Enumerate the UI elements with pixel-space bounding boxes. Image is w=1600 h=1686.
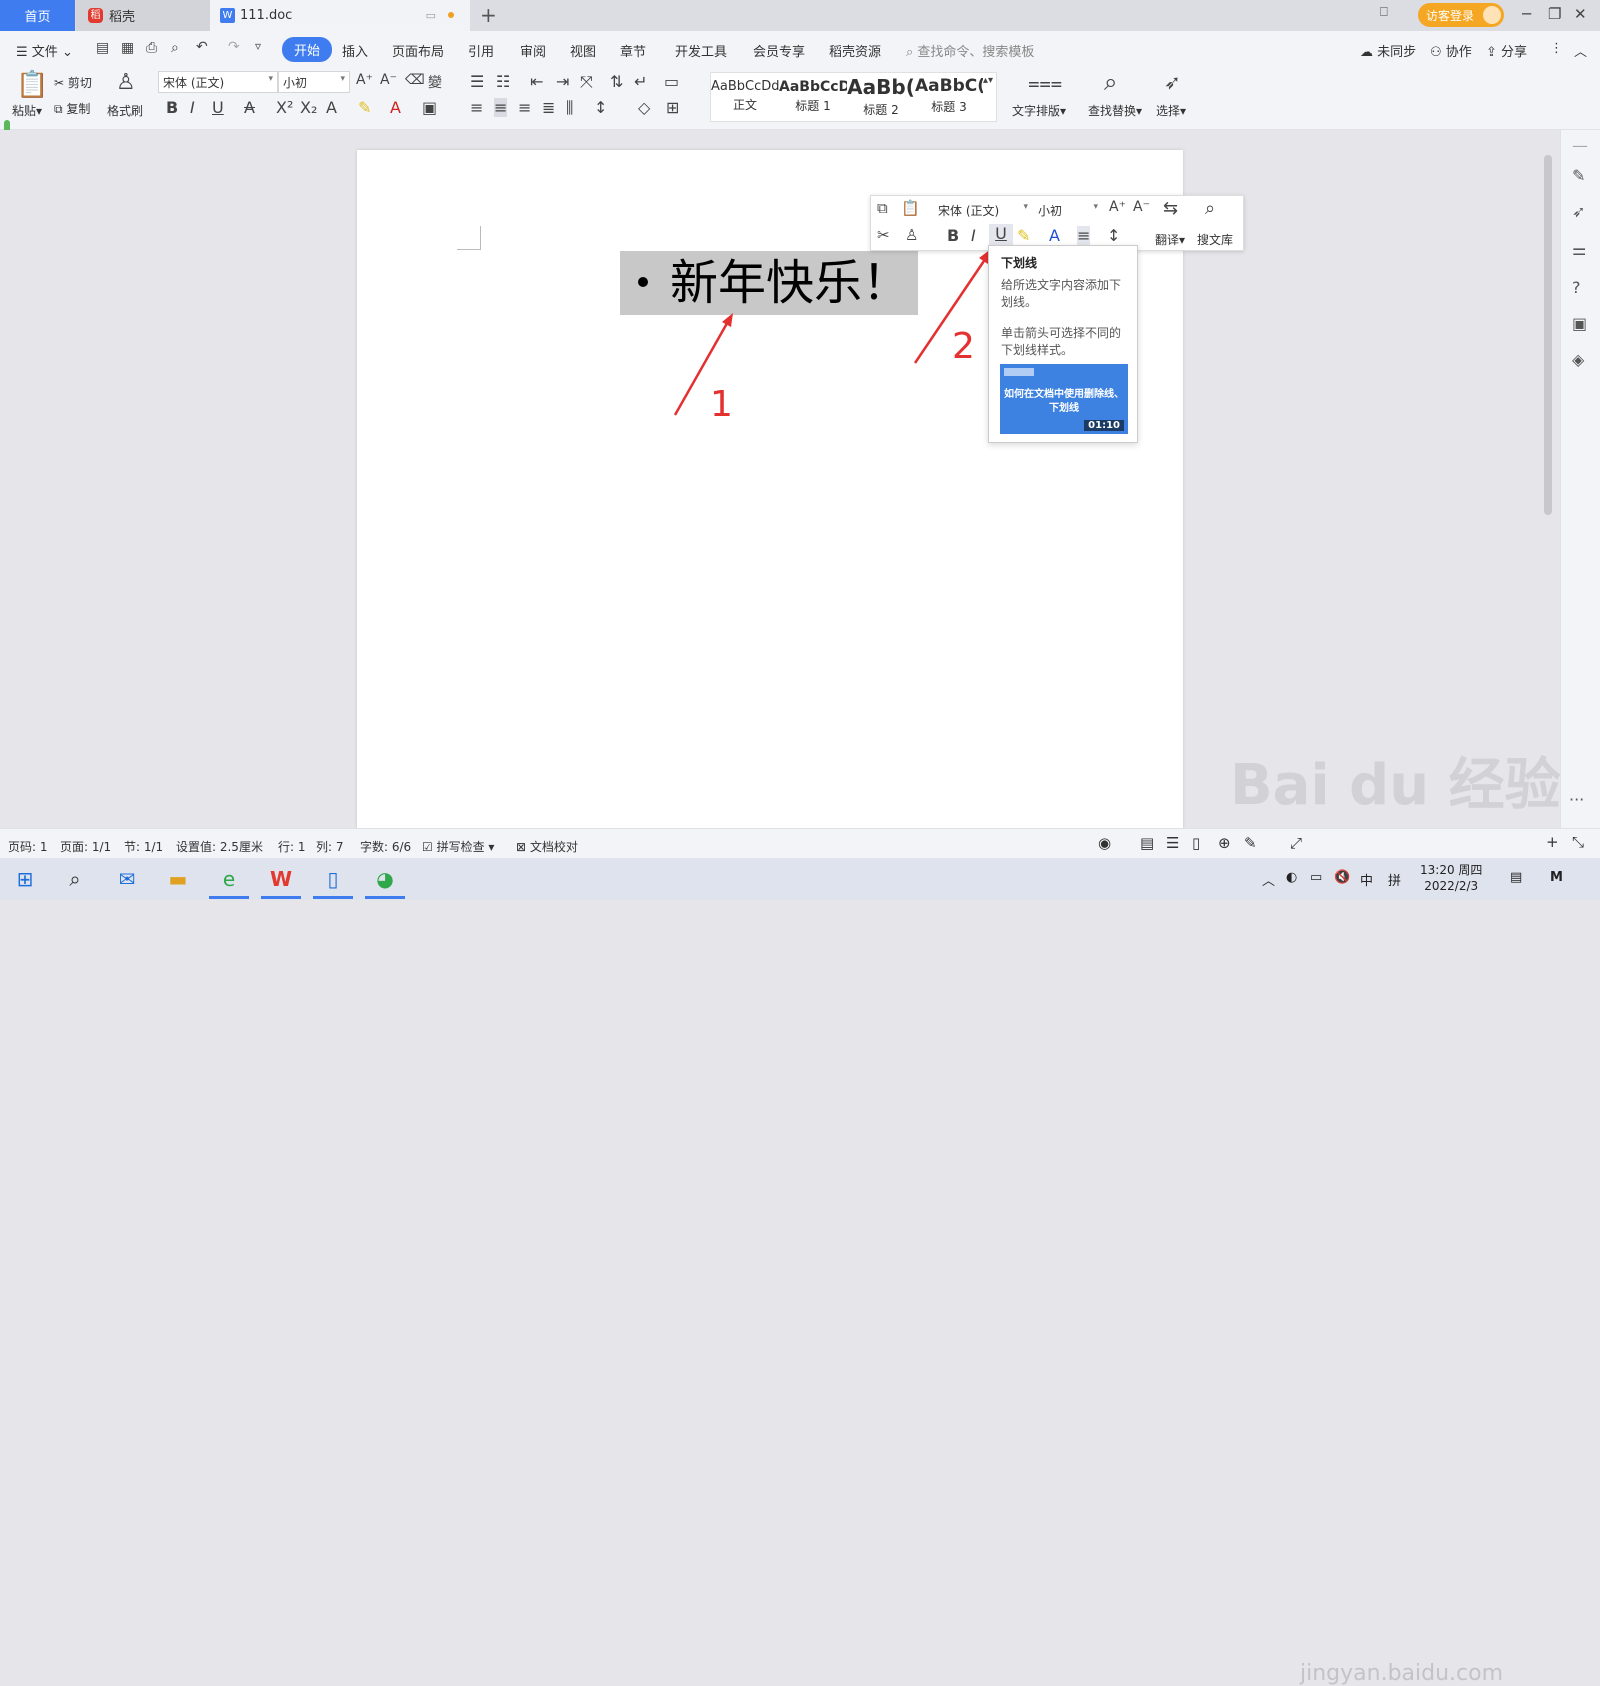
tablet-app-icon[interactable]: ▯ — [318, 864, 348, 894]
volume-muted-icon[interactable]: 🔇 — [1334, 870, 1350, 885]
browser-icon[interactable]: e — [214, 864, 244, 894]
windows-start-icon[interactable]: ⊞ — [10, 864, 40, 894]
vertical-scrollbar[interactable] — [1540, 135, 1554, 828]
app-tray-icon[interactable]: M — [1550, 870, 1563, 885]
mini-toolbar: ⧉ 📋 宋体 (正文) ▾ 小初 ▾ A⁺ A⁻ ✂ ♙ B I U ✎ A ≡ ↕… — [870, 195, 1244, 251]
system-clock[interactable]: 13:20 周四 2022/2/3 — [1420, 862, 1482, 894]
page-view-icon[interactable]: ▤ — [1140, 834, 1154, 852]
italic-icon[interactable]: I — [971, 226, 976, 245]
arrow-1-head — [722, 313, 733, 327]
mini-size-value: 小初 — [1038, 204, 1063, 218]
read-view-icon[interactable]: ▯ — [1192, 834, 1200, 852]
outline-view-icon[interactable]: ☰ — [1166, 834, 1179, 852]
align-icon[interactable]: ≡ — [1077, 226, 1091, 245]
active-app-indicator — [313, 896, 353, 899]
tutorial-video-thumbnail[interactable]: 如何在文档中使用删除线、下划线 01:10 — [1000, 364, 1128, 434]
status-section[interactable]: 节: 1/1 — [124, 838, 163, 855]
windows-taskbar: ⊞ ⌕ ✉ ▬ e W ▯ ◕ ︿ ◐ ▭ 🔇 中 拼 13:20 周四 2022… — [0, 858, 1600, 900]
status-page-code[interactable]: 页码: 1 — [8, 838, 48, 855]
active-app-indicator — [209, 896, 249, 899]
format-painter-icon[interactable]: ♙ — [905, 226, 918, 244]
translate-icon[interactable]: ⇆ — [1163, 198, 1178, 219]
mini-font-select[interactable]: 宋体 (正文) ▾ — [933, 199, 1033, 219]
scissors-icon[interactable]: ✂ — [877, 226, 890, 244]
status-bar: 页码: 1 页面: 1/1 节: 1/1 设置值: 2.5厘米 行: 1 列: … — [0, 828, 1600, 1686]
highlight-icon[interactable]: ✎ — [1017, 226, 1030, 245]
checkbox-icon: ☑ — [422, 840, 433, 854]
chevron-down-icon: ▾ — [1093, 202, 1098, 212]
ime-pinyin-indicator[interactable]: 拼 — [1388, 870, 1401, 889]
increase-font-icon[interactable]: A⁺ — [1109, 199, 1126, 215]
search-icon[interactable]: ⌕ — [60, 864, 90, 894]
tray-app-icon[interactable]: ◐ — [1286, 870, 1297, 885]
file-explorer-icon[interactable]: ▬ — [163, 864, 193, 894]
active-app-indicator — [261, 896, 301, 899]
paste-icon[interactable]: 📋 — [901, 199, 920, 217]
annotation-label-2: 2 — [952, 326, 975, 367]
status-pages[interactable]: 页面: 1/1 — [60, 838, 111, 855]
doc-proof-button[interactable]: ⊠ 文档校对 — [516, 838, 578, 855]
underline-icon[interactable]: U — [989, 224, 1013, 246]
clock-date: 2022/2/3 — [1424, 879, 1479, 893]
translate-button[interactable]: 翻译▾ — [1155, 231, 1185, 248]
tooltip-hint: 单击箭头可选择不同的下划线样式。 — [1001, 326, 1122, 357]
status-setting[interactable]: 设置值: 2.5厘米 — [176, 838, 263, 855]
watermark-url: jingyan.baidu.com — [1300, 1661, 1504, 1686]
doc-proof-label: 文档校对 — [529, 840, 578, 854]
mini-font-value: 宋体 (正文) — [938, 204, 1000, 218]
location-icon[interactable]: ◈ — [1572, 350, 1584, 369]
help-icon[interactable]: ? — [1572, 278, 1581, 297]
wechat-icon[interactable]: ◕ — [370, 864, 400, 894]
decrease-font-icon[interactable]: A⁻ — [1133, 199, 1150, 215]
video-logo — [1004, 368, 1034, 376]
proof-icon: ⊠ — [516, 840, 527, 854]
ime-chinese-indicator[interactable]: 中 — [1360, 870, 1373, 889]
annotation-label-1: 1 — [710, 384, 733, 425]
chevron-down-icon: ▾ — [1023, 202, 1028, 212]
more-icon[interactable]: ··· — [1569, 790, 1584, 809]
copy-icon[interactable]: ⧉ — [877, 199, 888, 217]
status-word-count[interactable]: 字数: 6/6 — [360, 838, 411, 855]
fit-icon[interactable]: ⤢ — [1290, 834, 1302, 852]
underline-tooltip: 下划线 给所选文字内容添加下划线。 单击箭头可选择不同的下划线样式。 如何在文档… — [988, 245, 1138, 443]
spell-check-button[interactable]: ☑ 拼写检查 ▾ — [422, 838, 494, 855]
wps-office-icon[interactable]: W — [266, 864, 296, 894]
right-side-panel: — ✎ ➶ ⚌ ? ▣ ◈ ··· — [1560, 130, 1600, 828]
eye-icon[interactable]: ◉ — [1098, 834, 1111, 852]
cursor-icon[interactable]: ➶ — [1572, 202, 1585, 221]
tray-expand-icon[interactable]: ︿ — [1262, 870, 1275, 889]
watermark-brand: Bai du 经验 — [1230, 753, 1561, 818]
zoom-in-icon[interactable]: + — [1546, 833, 1559, 851]
bold-icon[interactable]: B — [947, 226, 959, 245]
notification-icon[interactable]: ▤ — [1510, 870, 1522, 885]
search-library-button[interactable]: 搜文库 — [1197, 231, 1233, 248]
video-title: 如何在文档中使用删除线、下划线 — [1004, 389, 1124, 414]
spell-check-label: 拼写检查 — [436, 840, 485, 854]
translate-label: 翻译 — [1155, 233, 1180, 247]
clock-time: 13:20 周四 — [1420, 863, 1483, 877]
active-app-indicator — [365, 896, 405, 899]
fullscreen-icon[interactable]: ⤡ — [1572, 833, 1584, 851]
scrollbar-thumb[interactable] — [1544, 155, 1552, 515]
panel-divider-icon: — — [1572, 136, 1588, 155]
write-view-icon[interactable]: ✎ — [1244, 834, 1257, 852]
tooltip-title: 下划线 — [1001, 256, 1038, 270]
status-row[interactable]: 行: 1 — [278, 838, 306, 855]
mail-icon[interactable]: ✉ — [112, 864, 142, 894]
image-icon[interactable]: ▣ — [1572, 314, 1587, 333]
pen-icon[interactable]: ✎ — [1572, 166, 1585, 185]
search-library-icon[interactable]: ⌕ — [1205, 198, 1215, 219]
mini-size-select[interactable]: 小初 ▾ — [1033, 199, 1103, 219]
battery-icon[interactable]: ▭ — [1310, 870, 1322, 885]
status-col[interactable]: 列: 7 — [316, 838, 344, 855]
font-color-icon[interactable]: A — [1049, 226, 1060, 245]
tooltip-description: 给所选文字内容添加下划线。 — [1001, 278, 1122, 309]
web-view-icon[interactable]: ⊕ — [1218, 834, 1231, 852]
settings-sliders-icon[interactable]: ⚌ — [1572, 240, 1586, 259]
line-spacing-icon[interactable]: ↕ — [1107, 226, 1120, 245]
video-duration: 01:10 — [1084, 420, 1124, 431]
